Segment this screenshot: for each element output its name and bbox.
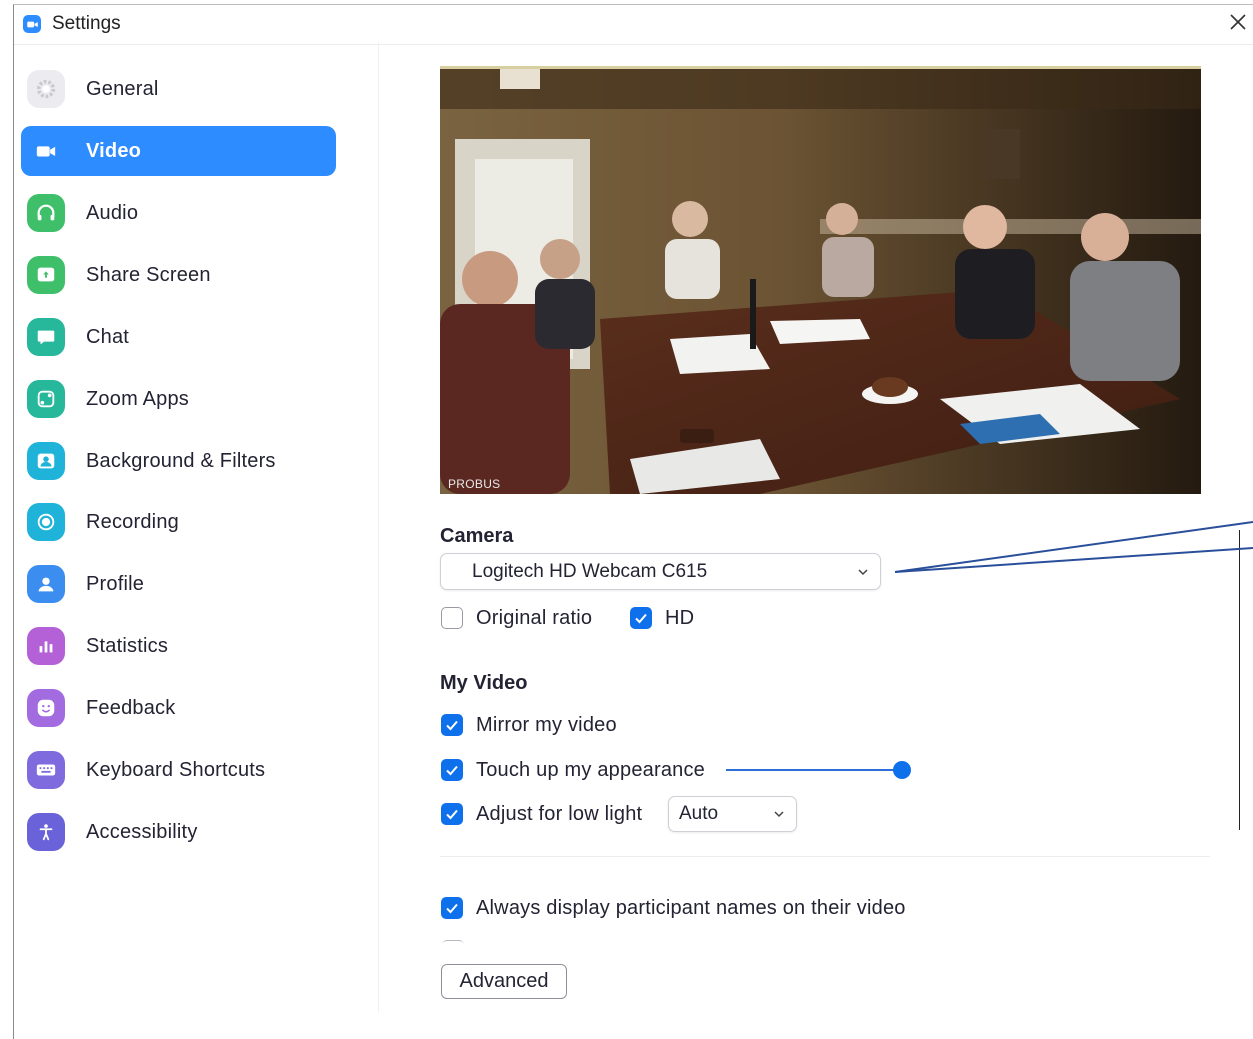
sidebar-item-label: Feedback (86, 696, 176, 719)
sidebar-item-share-screen[interactable]: Share Screen (21, 250, 336, 300)
hd-option[interactable]: HD (630, 604, 694, 632)
sidebar-item-label: General (86, 77, 159, 100)
original-ratio-checkbox[interactable] (441, 607, 463, 629)
sidebar-item-label: Statistics (86, 634, 169, 657)
sidebar-item-recording[interactable]: Recording (21, 497, 336, 547)
section-divider (440, 856, 1210, 857)
my-video-section-title: My Video (440, 672, 528, 694)
participant-names-checkbox[interactable] (441, 897, 463, 919)
sidebar-item-label: Chat (86, 325, 130, 348)
sidebar-item-general[interactable]: General (21, 64, 336, 114)
low-light-checkbox[interactable] (441, 803, 463, 825)
partially-hidden-checkbox[interactable] (442, 940, 464, 947)
sidebar-item-accessibility[interactable]: Accessibility (21, 807, 336, 857)
mirror-video-label: Mirror my video (476, 713, 617, 736)
camera-select-value: Logitech HD Webcam C615 (472, 560, 708, 582)
video-camera-icon (27, 132, 65, 170)
chevron-down-icon (858, 568, 868, 575)
touch-up-checkbox[interactable] (441, 759, 463, 781)
share-screen-icon (27, 256, 65, 294)
hd-checkbox[interactable] (630, 607, 652, 629)
sidebar-item-label: Share Screen (86, 263, 211, 286)
touch-up-option[interactable]: Touch up my appearance (441, 756, 705, 784)
mirror-video-checkbox[interactable] (441, 714, 463, 736)
close-button[interactable] (1227, 11, 1253, 37)
low-light-mode-value: Auto (679, 803, 719, 824)
chat-bubble-icon (27, 318, 65, 356)
sidebar-item-statistics[interactable]: Statistics (21, 621, 336, 671)
chevron-down-icon (774, 811, 784, 818)
smiley-icon (27, 689, 65, 727)
low-light-label: Adjust for low light (476, 802, 643, 825)
camera-preview-image (440, 69, 1201, 494)
camera-select[interactable]: Logitech HD Webcam C615 (440, 553, 881, 590)
checkmark-icon (446, 720, 458, 731)
participant-names-label: Always display participant names on thei… (476, 896, 906, 919)
gear-icon (27, 70, 65, 108)
sidebar-item-video[interactable]: Video (21, 126, 336, 176)
sidebar-item-label: Accessibility (86, 820, 198, 843)
checkmark-icon (635, 613, 647, 624)
sidebar-item-background-filters[interactable]: Background & Filters (21, 436, 336, 486)
headphones-icon (27, 194, 65, 232)
record-icon (27, 503, 65, 541)
person-icon (27, 565, 65, 603)
hd-label: HD (665, 606, 695, 629)
apps-icon (27, 380, 65, 418)
sidebar-item-label: Keyboard Shortcuts (86, 758, 266, 781)
title-bar: Settings (14, 5, 1253, 43)
mirror-video-option[interactable]: Mirror my video (441, 711, 617, 739)
sidebar-item-feedback[interactable]: Feedback (21, 683, 336, 733)
sidebar-item-zoom-apps[interactable]: Zoom Apps (21, 374, 336, 424)
participant-names-option[interactable]: Always display participant names on thei… (441, 894, 906, 922)
sidebar-item-keyboard-shortcuts[interactable]: Keyboard Shortcuts (21, 745, 336, 795)
sidebar-item-label: Profile (86, 572, 145, 595)
accessibility-icon (27, 813, 65, 851)
low-light-option[interactable]: Adjust for low light (441, 800, 642, 828)
sidebar-item-profile[interactable]: Profile (21, 559, 336, 609)
keyboard-icon (27, 751, 65, 789)
checkmark-icon (446, 903, 458, 914)
touch-up-slider-track[interactable] (726, 769, 902, 771)
sidebar-item-label: Recording (86, 510, 179, 533)
right-edge-line (1239, 530, 1240, 830)
sidebar-item-audio[interactable]: Audio (21, 188, 336, 238)
low-light-mode-select[interactable]: Auto (668, 796, 797, 832)
checkmark-icon (446, 765, 458, 776)
sidebar-item-label: Zoom Apps (86, 387, 189, 410)
preview-caption: PROBUS (448, 477, 501, 491)
bar-chart-icon (27, 627, 65, 665)
sidebar-item-label: Video (86, 139, 142, 162)
original-ratio-option[interactable]: Original ratio (441, 604, 592, 632)
sidebar-item-label: Audio (86, 201, 139, 224)
advanced-button[interactable]: Advanced (441, 964, 567, 999)
checkmark-icon (446, 809, 458, 820)
sidebar-item-chat[interactable]: Chat (21, 312, 336, 362)
settings-sidebar: General Video Audio Share Screen Chat Zo… (0, 42, 380, 1032)
touch-up-label: Touch up my appearance (476, 758, 705, 781)
sidebar-item-label: Background & Filters (86, 449, 276, 472)
window-title: Settings (52, 13, 121, 34)
camera-section-title: Camera (440, 525, 514, 547)
original-ratio-label: Original ratio (476, 606, 593, 629)
touch-up-slider-handle[interactable] (893, 761, 911, 779)
video-preview: PROBUS (440, 66, 1201, 494)
background-icon (27, 442, 65, 480)
close-icon (1230, 14, 1246, 30)
zoom-camera-icon (23, 15, 41, 33)
